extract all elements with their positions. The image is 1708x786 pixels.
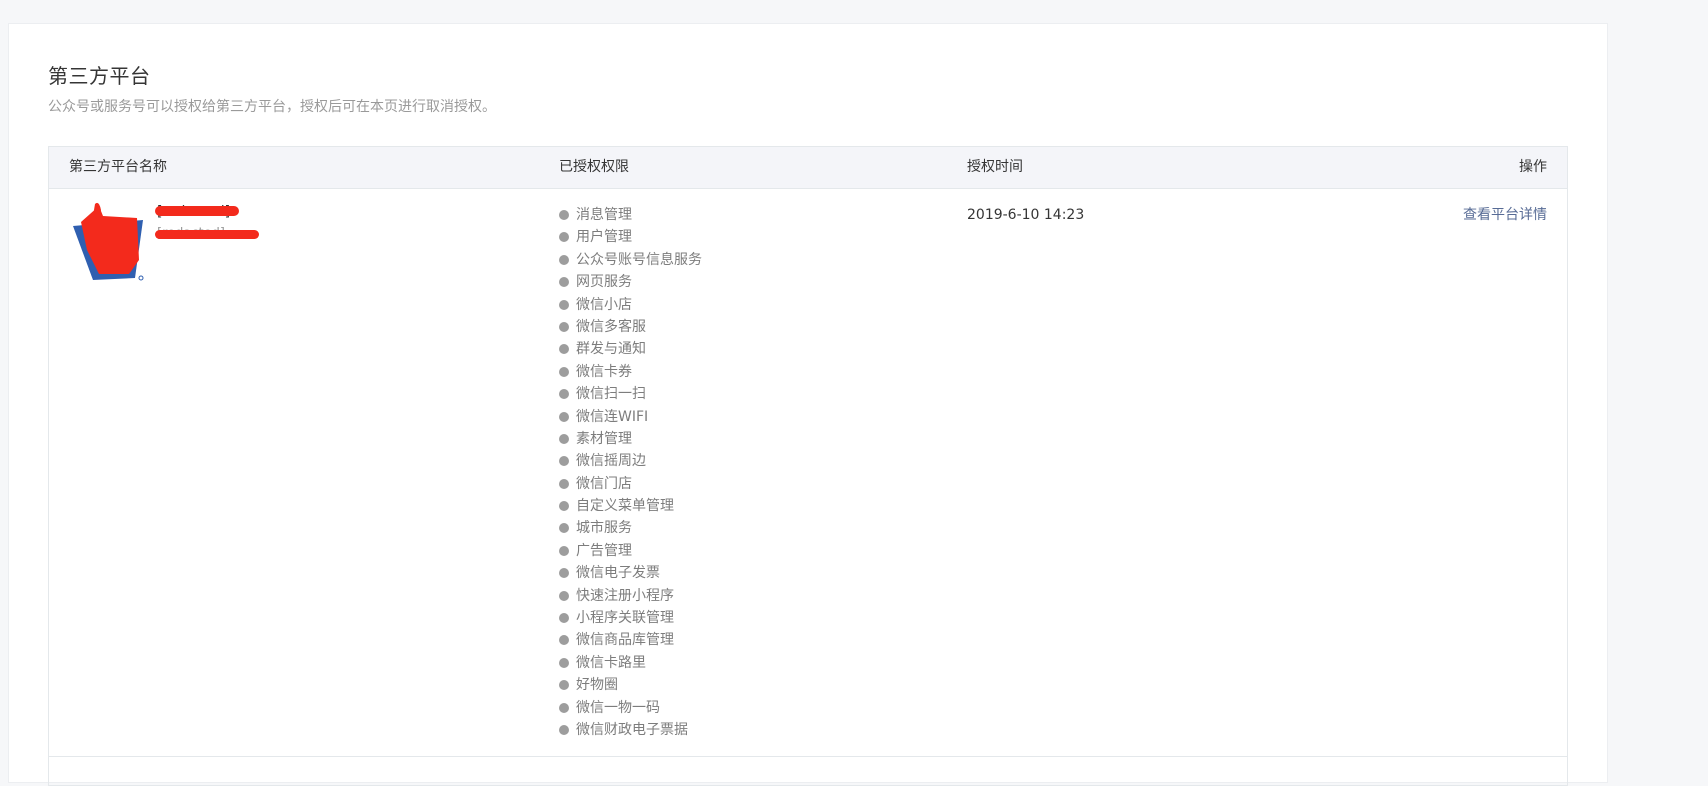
permission-bullet-icon bbox=[559, 411, 569, 422]
list-item: 微信扫一扫 bbox=[559, 383, 702, 405]
page-title: 第三方平台 bbox=[48, 64, 151, 88]
list-item: 微信一物一码 bbox=[559, 697, 702, 719]
permission-label: 微信多客服 bbox=[576, 318, 646, 335]
permission-label: 素材管理 bbox=[576, 430, 632, 447]
list-item: 用户管理 bbox=[559, 226, 702, 248]
header-operation: 操作 bbox=[1519, 159, 1547, 175]
permission-bullet-icon bbox=[559, 456, 569, 467]
permission-bullet-icon bbox=[559, 545, 569, 556]
permission-label: 用户管理 bbox=[576, 229, 632, 246]
permission-bullet-icon bbox=[559, 680, 569, 691]
list-item: 微信连WIFI bbox=[559, 406, 702, 428]
permission-label: 微信摇周边 bbox=[576, 453, 646, 470]
list-item: 微信多客服 bbox=[559, 316, 702, 338]
permission-label: 公众号账号信息服务 bbox=[576, 251, 702, 268]
permission-label: 网页服务 bbox=[576, 274, 632, 291]
list-item: 微信小店 bbox=[559, 294, 702, 316]
permission-bullet-icon bbox=[559, 344, 569, 355]
list-item: 消息管理 bbox=[559, 204, 702, 226]
permission-bullet-icon bbox=[559, 590, 569, 601]
permission-bullet-icon bbox=[559, 724, 569, 735]
permission-bullet-icon bbox=[559, 210, 569, 220]
permission-label: 群发与通知 bbox=[576, 341, 646, 358]
permission-bullet-icon bbox=[559, 478, 569, 489]
list-item: 微信商品库管理 bbox=[559, 629, 702, 651]
permission-label: 微信卡路里 bbox=[576, 654, 646, 671]
list-item: 微信摇周边 bbox=[559, 450, 702, 472]
permission-label: 微信财政电子票据 bbox=[576, 721, 688, 738]
permission-bullet-icon bbox=[559, 702, 569, 713]
permission-bullet-icon bbox=[559, 501, 569, 512]
permission-bullet-icon bbox=[559, 389, 569, 400]
table-row: [redacted] [redacted] 消息管理用户管理公众号账号信息服务网… bbox=[49, 188, 1567, 757]
permission-label: 微信电子发票 bbox=[576, 565, 660, 582]
platform-logo-icon bbox=[69, 202, 149, 282]
table-header: 第三方平台名称 已授权权限 授权时间 操作 bbox=[49, 147, 1567, 189]
permission-label: 微信小店 bbox=[576, 296, 632, 313]
permission-label: 快速注册小程序 bbox=[576, 587, 674, 604]
permission-bullet-icon bbox=[559, 568, 569, 579]
header-auth-time: 授权时间 bbox=[967, 159, 1023, 175]
permission-label: 小程序关联管理 bbox=[576, 610, 674, 627]
permission-label: 微信卡券 bbox=[576, 363, 632, 380]
list-item: 素材管理 bbox=[559, 428, 702, 450]
list-item: 广告管理 bbox=[559, 540, 702, 562]
list-item: 城市服务 bbox=[559, 517, 702, 539]
view-platform-details-link[interactable]: 查看平台详情 bbox=[1463, 204, 1547, 226]
list-item: 快速注册小程序 bbox=[559, 585, 702, 607]
permission-bullet-icon bbox=[559, 523, 569, 534]
list-item: 自定义菜单管理 bbox=[559, 495, 702, 517]
list-item: 小程序关联管理 bbox=[559, 607, 702, 629]
list-item: 微信财政电子票据 bbox=[559, 719, 702, 741]
redaction-mark-name bbox=[155, 206, 239, 216]
permission-bullet-icon bbox=[559, 433, 569, 444]
redaction-mark-subtitle bbox=[155, 230, 259, 239]
permission-label: 微信门店 bbox=[576, 475, 632, 492]
permission-label: 微信扫一扫 bbox=[576, 386, 646, 403]
platform-table: 第三方平台名称 已授权权限 授权时间 操作 [redacted] [redact… bbox=[48, 146, 1568, 786]
permission-label: 微信连WIFI bbox=[576, 408, 649, 425]
permission-bullet-icon bbox=[559, 366, 569, 377]
list-item: 微信卡券 bbox=[559, 361, 702, 383]
header-permissions: 已授权权限 bbox=[559, 159, 629, 175]
page-description: 公众号或服务号可以授权给第三方平台，授权后可在本页进行取消授权。 bbox=[48, 99, 496, 115]
permission-bullet-icon bbox=[559, 321, 569, 332]
list-item: 微信门店 bbox=[559, 473, 702, 495]
permission-label: 消息管理 bbox=[576, 207, 632, 223]
list-item: 微信卡路里 bbox=[559, 652, 702, 674]
auth-time: 2019-6-10 14:23 bbox=[967, 207, 1085, 223]
permission-bullet-icon bbox=[559, 254, 569, 265]
permission-label: 城市服务 bbox=[576, 520, 632, 537]
permission-label: 广告管理 bbox=[576, 542, 632, 559]
permission-label: 微信一物一码 bbox=[576, 699, 660, 716]
permission-label: 自定义菜单管理 bbox=[576, 498, 674, 515]
list-item: 公众号账号信息服务 bbox=[559, 249, 702, 271]
permission-bullet-icon bbox=[559, 232, 569, 243]
permission-bullet-icon bbox=[559, 277, 569, 288]
permission-list: 消息管理用户管理公众号账号信息服务 网页服务微信小店微信多客服群发与通知微信卡券微… bbox=[559, 204, 702, 741]
list-item: 网页服务 bbox=[559, 271, 702, 293]
header-platform-name: 第三方平台名称 bbox=[69, 159, 167, 175]
permission-label: 微信商品库管理 bbox=[576, 632, 674, 649]
permission-bullet-icon bbox=[559, 635, 569, 646]
permission-bullet-icon bbox=[559, 613, 569, 624]
list-item: 群发与通知 bbox=[559, 338, 702, 360]
permission-bullet-icon bbox=[559, 657, 569, 668]
list-item: 微信电子发票 bbox=[559, 562, 702, 584]
permission-label: 好物圈 bbox=[576, 677, 618, 694]
list-item: 好物圈 bbox=[559, 674, 702, 696]
permission-bullet-icon bbox=[559, 299, 569, 310]
